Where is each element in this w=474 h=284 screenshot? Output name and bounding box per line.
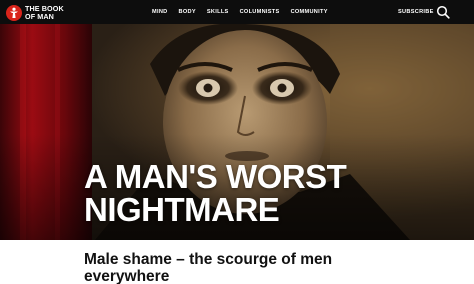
subscribe-link[interactable]: SUBSCRIBE xyxy=(398,0,434,24)
hero-title: A MAN'S WORST NIGHTMARE xyxy=(84,158,347,228)
hero-title-line-1: A MAN'S WORST xyxy=(84,158,347,195)
site-header: THE BOOK OF MAN MIND BODY SKILLS COLUMNI… xyxy=(0,0,474,24)
nav-item-skills[interactable]: SKILLS xyxy=(207,9,229,15)
article-standfirst: Male shame – the scourge of men everywhe… xyxy=(84,251,333,284)
logo-figure-icon xyxy=(6,4,22,21)
nav-item-body[interactable]: BODY xyxy=(179,9,196,15)
hero-banner: A MAN'S WORST NIGHTMARE xyxy=(0,24,474,240)
logo-line-2: OF MAN xyxy=(25,11,54,21)
main-nav: MIND BODY SKILLS COLUMNISTS COMMUNITY xyxy=(152,0,339,24)
nav-item-columnists[interactable]: COLUMNISTS xyxy=(240,9,280,15)
hero-title-line-2: NIGHTMARE xyxy=(84,191,280,228)
nav-item-community[interactable]: COMMUNITY xyxy=(291,9,328,15)
logo-wordmark: THE BOOK OF MAN xyxy=(25,5,64,20)
search-icon[interactable] xyxy=(436,5,450,19)
site-logo[interactable]: THE BOOK OF MAN xyxy=(6,4,64,21)
nav-item-mind[interactable]: MIND xyxy=(152,9,168,15)
